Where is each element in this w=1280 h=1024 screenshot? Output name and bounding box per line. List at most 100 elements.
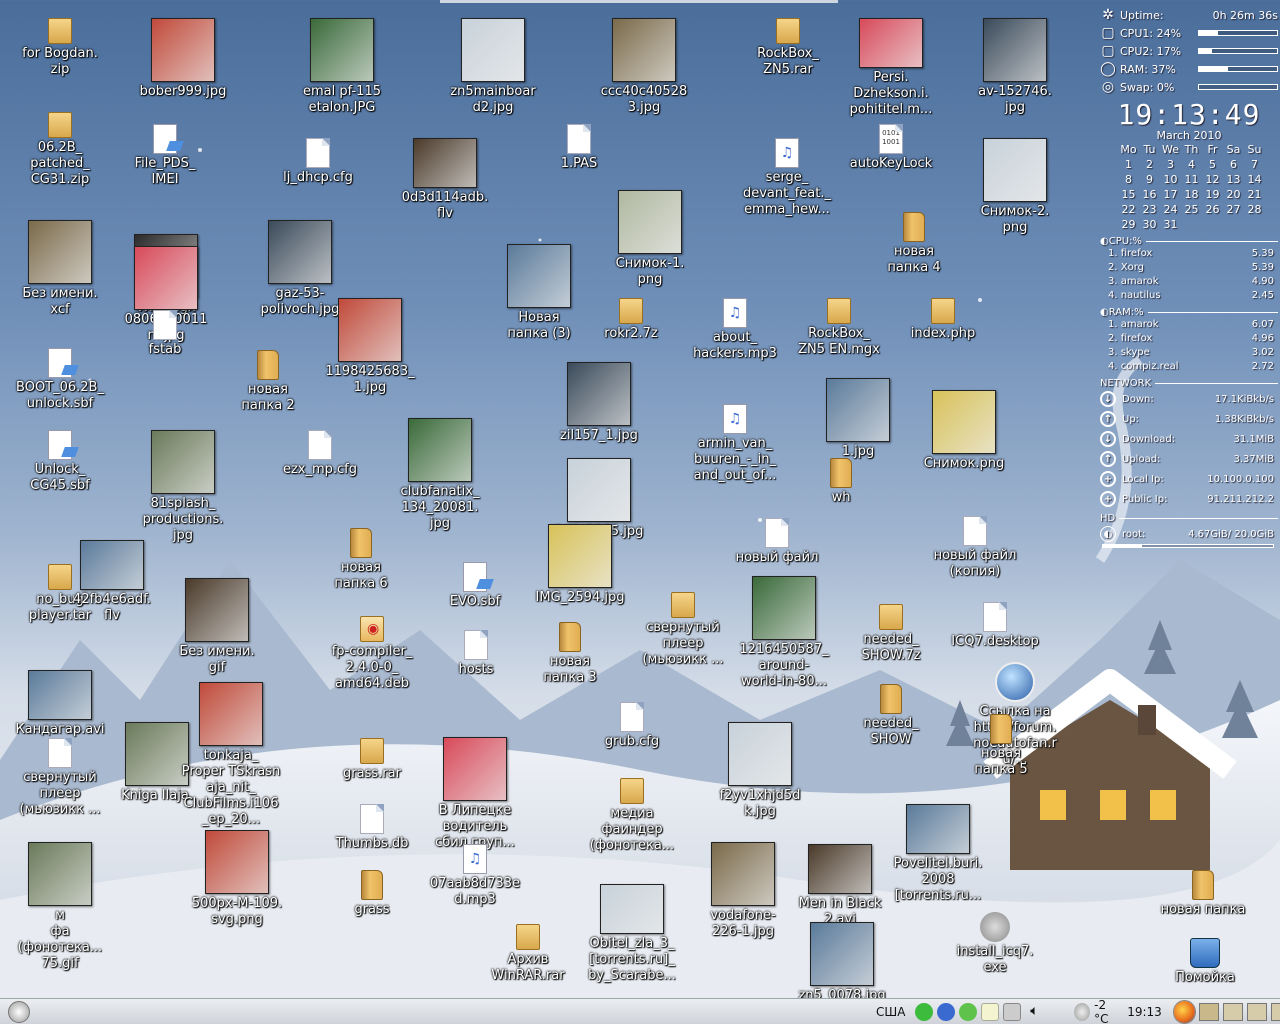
text-file-icon[interactable] <box>963 516 987 546</box>
desktop-icon[interactable]: ♫ about_ hackers.mp3 <box>685 298 785 362</box>
desktop-icon[interactable]: ICQ7.desktop <box>945 602 1045 650</box>
video-file-icon[interactable] <box>413 138 477 188</box>
desktop-icon[interactable]: BOOT_06.2B_ unlock.sbf <box>10 348 110 412</box>
image-file-icon[interactable] <box>618 190 682 254</box>
zip-file-icon[interactable] <box>776 18 800 44</box>
desktop-icon[interactable]: wh <box>791 458 891 506</box>
desktop-icon[interactable]: zn5_0078.jpg <box>792 922 892 1004</box>
image-file-icon[interactable] <box>548 524 612 588</box>
folder-file-icon[interactable] <box>990 714 1012 744</box>
zip-file-icon[interactable] <box>620 778 644 804</box>
image-file-icon[interactable] <box>199 682 263 746</box>
zip-file-icon[interactable] <box>619 298 643 324</box>
desktop-icon[interactable]: IMG_2594.jpg <box>530 524 630 606</box>
image-file-icon[interactable] <box>728 722 792 786</box>
text-file-icon[interactable] <box>464 630 488 660</box>
desktop-icon[interactable]: новая папка 2 <box>218 350 318 414</box>
desktop-icon[interactable]: grass.rar <box>322 738 422 782</box>
desktop-icon[interactable]: 1.PAS <box>529 124 629 172</box>
desktop-icon[interactable]: Кандагар.avi <box>10 670 110 738</box>
desktop-icon[interactable]: 0101 1001 autoKeyLock <box>841 124 941 172</box>
audio-file-icon[interactable]: ♫ <box>775 138 799 168</box>
desktop-icon[interactable]: Obitel_zla_3_ [torrents.ru]_ by_Scarabe.… <box>582 884 682 984</box>
desktop-icon[interactable]: новая папка 6 <box>311 528 411 592</box>
desktop-icon[interactable]: index.php <box>893 298 993 342</box>
sbf-file-icon[interactable] <box>463 562 487 592</box>
video-file-icon[interactable] <box>28 670 92 720</box>
image-file-icon[interactable] <box>408 418 472 482</box>
check-icon[interactable] <box>915 1002 934 1021</box>
desktop-icon[interactable]: bober999.jpg <box>133 18 233 100</box>
folder-file-icon[interactable] <box>830 458 852 488</box>
desktop-icon[interactable]: for Bogdan. zip <box>10 18 110 78</box>
folder-file-icon[interactable] <box>1192 870 1214 900</box>
desktop-icon[interactable]: Снимок.png <box>914 390 1014 472</box>
desktop-icon[interactable]: новый файл <box>727 518 827 566</box>
text-file-icon[interactable] <box>983 602 1007 632</box>
desktop-icon[interactable]: hosts <box>426 630 526 678</box>
video-file-icon[interactable] <box>808 844 872 894</box>
desktop-icon[interactable]: needed_ SHOW.7z <box>841 604 941 664</box>
text-file-icon[interactable] <box>620 702 644 732</box>
text-file-icon[interactable] <box>153 310 177 340</box>
desktop-icon[interactable]: 1216450587_ around- world-in-80... <box>734 576 834 690</box>
desktop-icon[interactable]: новая папка 3 <box>520 622 620 686</box>
clipboard-icon[interactable] <box>981 1002 1000 1021</box>
desktop-icon[interactable]: f2yv1xhjd5d k.jpg <box>710 722 810 820</box>
image-file-icon[interactable] <box>507 244 571 308</box>
exe-file-icon[interactable] <box>980 912 1010 942</box>
zip-file-icon[interactable] <box>879 604 903 630</box>
desktop-icon[interactable]: av-152746. jpg <box>965 18 1065 116</box>
workspace-3[interactable] <box>1247 1002 1268 1021</box>
image-file-icon[interactable] <box>28 842 92 906</box>
desktop-icon[interactable]: zn5mainboar d2.jpg <box>443 18 543 116</box>
desktop-icon[interactable]: Без имени. gif <box>167 578 267 676</box>
desktop-icon[interactable]: RockBox_ ZN5.rar <box>738 18 838 78</box>
desktop-icon[interactable]: Помойка <box>1155 938 1255 986</box>
video-file-icon[interactable] <box>80 540 144 590</box>
image-file-icon[interactable] <box>826 378 890 442</box>
desktop-icon[interactable]: 500px-M-109. svg.png <box>187 830 287 928</box>
desktop-icon[interactable]: Без имени. xcf <box>10 220 110 318</box>
image-file-icon[interactable] <box>443 737 507 801</box>
desktop-icon[interactable]: rokr2.7z <box>581 298 681 342</box>
deb-file-icon[interactable]: ◉ <box>360 616 384 642</box>
desktop-icon[interactable]: свернутый плеер (мьюзикк ... <box>10 738 110 818</box>
desktop-icon[interactable]: Архив WinRAR.rar <box>478 924 578 984</box>
folder-file-icon[interactable] <box>559 622 581 652</box>
zip-file-icon[interactable] <box>516 924 540 950</box>
image-file-icon[interactable] <box>151 430 215 494</box>
image-file-icon[interactable] <box>983 18 1047 82</box>
text-file-icon[interactable] <box>567 124 591 154</box>
keyboard-layout[interactable]: США <box>876 1005 905 1019</box>
audio-file-icon[interactable]: ♫ <box>723 298 747 328</box>
desktop-icon[interactable]: install_icq7. exe <box>945 912 1045 976</box>
desktop-icon[interactable]: lj_dhcp.cfg <box>268 138 368 186</box>
sbf-file-icon[interactable] <box>48 430 72 460</box>
firefox-icon[interactable] <box>1172 999 1197 1024</box>
desktop-icon[interactable]: needed_ SHOW <box>841 684 941 748</box>
desktop-icon[interactable]: ccc40c40528 3.jpg <box>594 18 694 116</box>
workspace-2[interactable] <box>1223 1002 1244 1021</box>
image-file-icon[interactable] <box>268 220 332 284</box>
zip-file-icon[interactable] <box>48 18 72 44</box>
image-file-icon[interactable] <box>612 18 676 82</box>
image-file-icon[interactable] <box>567 362 631 426</box>
desktop-icon[interactable]: Men in Black 2.avi <box>790 844 890 928</box>
folder-file-icon[interactable] <box>350 528 372 558</box>
desktop-icon[interactable]: В Липецке водитель сбил груп... <box>425 737 525 851</box>
desktop-icon[interactable]: медиа фаиндер (фонотека... <box>582 778 682 854</box>
image-file-icon[interactable] <box>28 220 92 284</box>
desktop-icon[interactable]: grub.cfg <box>582 702 682 750</box>
image-file-icon[interactable] <box>810 922 874 986</box>
image-file-icon[interactable] <box>151 18 215 82</box>
audio-file-icon[interactable]: ♫ <box>463 844 487 874</box>
desktop-icon[interactable]: ♫ armin_van_ buuren_-_in_ and_out_of... <box>685 404 785 484</box>
desktop-icon[interactable]: новая папка <box>1153 870 1253 918</box>
desktop-icon[interactable]: RockBox_ ZN5 EN.mgx <box>789 298 889 358</box>
desktop-icon[interactable]: ♫ serge_ devant_feat._ emma_hew... <box>737 138 837 218</box>
text-file-icon[interactable] <box>308 430 332 460</box>
audio-file-icon[interactable]: ♫ <box>723 404 747 434</box>
sbf-file-icon[interactable] <box>153 124 177 154</box>
text-file-icon[interactable] <box>765 518 789 548</box>
